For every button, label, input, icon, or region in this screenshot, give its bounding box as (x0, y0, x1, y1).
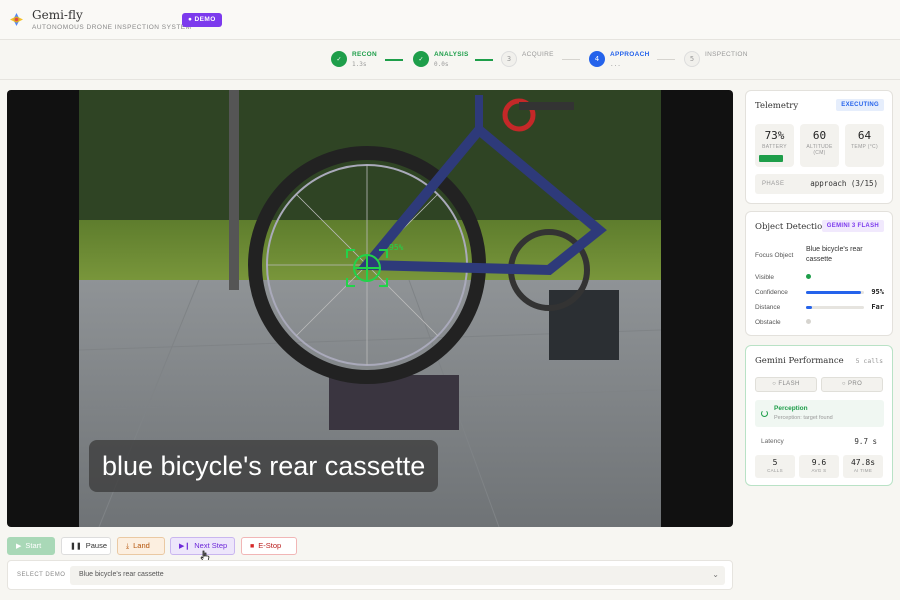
battery-bar (759, 155, 783, 162)
card-title: Gemini Performance (755, 356, 844, 366)
start-button[interactable]: ▶ Start (7, 537, 55, 555)
land-button[interactable]: ⤓ Land (117, 537, 165, 555)
land-icon: ⤓ (126, 543, 130, 550)
skip-icon: ▶❙ (179, 543, 191, 550)
play-icon: ▶ (16, 543, 22, 550)
phase-row: PHASE approach (3/15) (755, 174, 884, 194)
confidence-bar-fill (806, 291, 862, 294)
demo-select[interactable]: Blue bicycle's rear cassette ⌄ (70, 566, 725, 585)
target-caption: blue bicycle's rear cassette (89, 440, 439, 492)
spinner-icon (761, 410, 768, 417)
altitude-value: 60 (812, 129, 827, 142)
app-header: Gemi-fly AUTONOMOUS DRONE INSPECTION SYS… (0, 0, 900, 40)
temp-label: TEMP (°C) (851, 144, 878, 150)
perception-status: Perception Perception: target found (755, 400, 884, 427)
check-icon: ✓ (331, 51, 347, 67)
step-duration: 1.3s (352, 61, 367, 68)
selected-demo: Blue bicycle's rear cassette (79, 571, 164, 578)
temp-stat: 64 TEMP (°C) (845, 124, 884, 167)
focus-label: Focus Object (755, 252, 794, 259)
calls-stat: 5 CALLS (755, 455, 795, 478)
distance-value: Far (871, 303, 884, 311)
step-number: 4 (589, 51, 605, 67)
phase-stepper (0, 40, 900, 80)
telemetry-card: Telemetry EXECUTING 73% BATTERY 60 ALTIT… (745, 90, 893, 204)
step-connector (475, 59, 493, 61)
step-label: ACQUIRE (522, 51, 554, 58)
battery-label: BATTERY (762, 144, 787, 150)
step-label: RECON (352, 51, 377, 58)
check-icon: ✓ (413, 51, 429, 67)
calls-label: CALLS (767, 468, 783, 473)
phase-value: approach (3/15) (810, 179, 878, 188)
confidence-overlay: 95% (389, 243, 404, 252)
step-number: 5 (684, 51, 700, 67)
confidence-value: 95% (871, 288, 884, 296)
demo-badge: ● DEMO (182, 13, 222, 27)
avg-label: AVG S (811, 468, 827, 473)
battery-value: 73% (764, 129, 785, 142)
select-label: SELECT DEMO (17, 572, 66, 578)
distance-bar (806, 306, 864, 309)
step-label: APPROACH (610, 51, 650, 58)
step-connector (385, 59, 403, 61)
confidence-label: Confidence (755, 289, 788, 296)
avg-value: 9.6 (811, 458, 827, 467)
gemini-performance-card: Gemini Performance 5 calls ○ FLASH ○ PRO… (745, 345, 893, 486)
step-number: 3 (501, 51, 517, 67)
demo-selector: SELECT DEMO Blue bicycle's rear cassette… (7, 560, 733, 590)
camera-feed: 95% blue bicycle's rear cassette (7, 90, 733, 527)
ai-time-label: AI TIME (853, 468, 873, 473)
ai-time-value: 47.8s (850, 458, 876, 467)
latency-value: 9.7 s (854, 437, 877, 446)
pause-button[interactable]: ❚❚ Pause (61, 537, 111, 555)
object-detection-card: Object Detection GEMINI 3 FLASH Focus Ob… (745, 211, 893, 336)
card-title: Telemetry (755, 101, 799, 111)
confidence-bar (806, 291, 864, 294)
phase-label: PHASE (762, 181, 785, 187)
obstacle-indicator (806, 319, 811, 324)
pro-model-button[interactable]: ○ PRO (821, 377, 883, 392)
model-badge: GEMINI 3 FLASH (821, 220, 884, 232)
app-title: Gemi-fly (32, 8, 83, 22)
stop-icon: ■ (250, 543, 255, 550)
step-connector (657, 59, 675, 60)
distance-bar-fill (806, 306, 812, 309)
app-subtitle: AUTONOMOUS DRONE INSPECTION SYSTEM (32, 24, 192, 31)
estop-button[interactable]: ■ E-Stop (241, 537, 297, 555)
step-duration: 0.0s (434, 61, 449, 68)
visible-label: Visible (755, 274, 775, 281)
step-connector (562, 59, 580, 60)
pause-icon: ❚❚ (70, 543, 82, 550)
calls-value: 5 (772, 458, 778, 467)
chevron-down-icon: ⌄ (712, 570, 719, 579)
ai-time-stat: 47.8s AI TIME (843, 455, 883, 478)
logo-icon (10, 13, 23, 26)
battery-stat: 73% BATTERY (755, 124, 794, 167)
step-label: INSPECTION (705, 51, 748, 58)
focus-value: Blue bicycle's rear cassette (806, 246, 863, 263)
altitude-stat: 60 ALTITUDE (CM) (800, 124, 839, 167)
step-duration: ... (610, 61, 621, 68)
calls-count: 5 calls (855, 357, 883, 365)
temp-value: 64 (857, 129, 872, 142)
altitude-label: ALTITUDE (CM) (806, 144, 833, 156)
perception-detail: Perception: target found (774, 415, 833, 421)
avg-stat: 9.6 AVG S (799, 455, 839, 478)
card-title: Object Detection (755, 222, 828, 232)
flash-model-button[interactable]: ○ FLASH (755, 377, 817, 392)
distance-label: Distance (755, 304, 781, 311)
step-label: ANALYSIS (434, 51, 469, 58)
status-badge: EXECUTING (836, 99, 884, 111)
obstacle-label: Obstacle (755, 319, 781, 326)
perception-title: Perception (774, 405, 808, 412)
latency-label: Latency (761, 438, 784, 445)
visible-indicator (806, 274, 811, 279)
